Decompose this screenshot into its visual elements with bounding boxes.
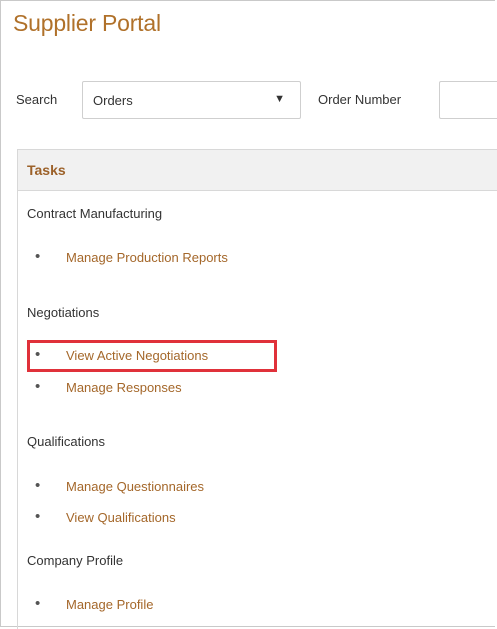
tasks-header: Tasks <box>18 150 497 191</box>
order-number-input[interactable] <box>439 81 497 119</box>
search-type-select[interactable]: Orders ▼ <box>82 81 301 119</box>
section-heading-company-profile: Company Profile <box>27 553 124 568</box>
page-title: Supplier Portal <box>13 10 161 36</box>
section-heading-contract-manufacturing: Contract Manufacturing <box>27 206 163 221</box>
bullet-icon: • <box>35 508 41 525</box>
highlight-box <box>27 340 277 372</box>
task-link-label: Manage Production Reports <box>66 250 228 265</box>
task-link-label: View Qualifications <box>66 510 176 525</box>
order-number-label: Order Number <box>318 92 402 107</box>
section-heading-qualifications: Qualifications <box>27 434 106 449</box>
tasks-header-label: Tasks <box>27 162 66 178</box>
section-heading-negotiations: Negotiations <box>27 305 100 320</box>
bullet-icon: • <box>35 595 41 612</box>
bullet-icon: • <box>35 248 41 265</box>
bullet-icon: • <box>35 378 41 395</box>
task-link-label: Manage Responses <box>66 380 182 395</box>
task-link-label: Manage Questionnaires <box>66 479 205 494</box>
bullet-icon: • <box>35 477 41 494</box>
chevron-down-icon: ▼ <box>274 93 285 105</box>
search-type-value: Orders <box>93 93 133 108</box>
task-link-label: Manage Profile <box>66 597 154 612</box>
search-label: Search <box>16 92 58 107</box>
